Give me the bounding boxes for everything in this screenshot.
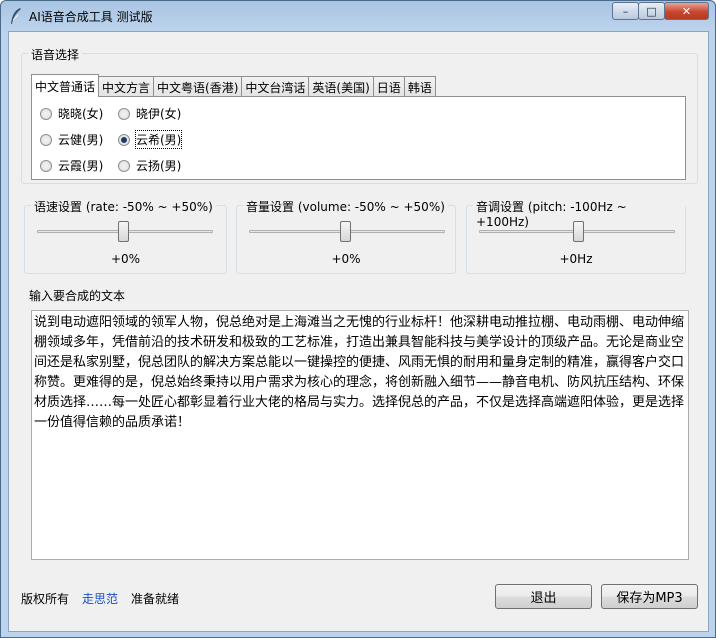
save-mp3-button[interactable]: 保存为MP3: [601, 584, 698, 609]
close-button[interactable]: ✕: [664, 2, 709, 20]
save-mp3-button-label: 保存为MP3: [616, 591, 683, 606]
voice-radio-yunyang[interactable]: 云扬(男): [118, 157, 181, 174]
voice-group-label: 语音选择: [28, 46, 83, 63]
tab-label: 韩语: [407, 80, 432, 95]
feather-icon: [11, 8, 21, 24]
pitch-slider-thumb[interactable]: [573, 221, 584, 242]
radio-icon: [40, 133, 52, 146]
app-window: AI语音合成工具 测试版 – □ ✕ 语音选择 中文普通话 中文方言 中文粤语(…: [0, 0, 716, 638]
voice-label: 云霞(男): [58, 159, 104, 173]
pitch-value: +0Hz: [559, 252, 593, 266]
tab-label: 中文粤语(香港): [157, 80, 239, 95]
author-link[interactable]: 走思范: [82, 590, 118, 607]
window-title: AI语音合成工具 测试版: [29, 10, 153, 24]
volume-groupbox: 音量设置 (volume: -50% ~ +50%) +0%: [236, 198, 456, 274]
voice-radio-yunxia[interactable]: 云霞(男): [40, 157, 103, 174]
text-input-area[interactable]: 说到电动遮阳领域的领军人物，倪总绝对是上海滩当之无愧的行业标杆！他深耕电动推拉棚…: [31, 310, 689, 560]
tab-label: 英语(美国): [312, 80, 370, 95]
voice-tab-panel: 晓晓(女) 晓伊(女) 云健(男) 云希(男) 云霞(男) 云扬(男): [31, 96, 686, 180]
rate-value: +0%: [110, 252, 141, 266]
minimize-button[interactable]: –: [612, 2, 639, 20]
radio-icon: [40, 107, 52, 120]
volume-slider-thumb[interactable]: [340, 221, 351, 242]
tab-taiwanese[interactable]: 中文台湾话: [241, 76, 310, 97]
title-bar[interactable]: AI语音合成工具 测试版 – □ ✕: [1, 1, 715, 31]
tab-label: 中文方言: [102, 80, 151, 95]
tab-english[interactable]: 英语(美国): [308, 76, 374, 97]
voice-label: 云健(男): [58, 133, 104, 147]
tab-mandarin[interactable]: 中文普通话: [31, 74, 100, 97]
window-controls: – □ ✕: [612, 2, 709, 20]
maximize-icon: □: [646, 4, 657, 18]
pitch-groupbox: 音调设置 (pitch: -100Hz ~ +100Hz) +0Hz: [466, 198, 686, 274]
radio-icon: [118, 107, 130, 120]
tab-dialect[interactable]: 中文方言: [98, 76, 155, 97]
exit-button[interactable]: 退出: [495, 584, 592, 609]
status-text: 准备就绪: [131, 592, 180, 606]
voice-label: 晓晓(女): [58, 107, 104, 121]
tab-label: 日语: [376, 80, 401, 95]
voice-label: 云扬(男): [136, 159, 182, 173]
rate-groupbox: 语速设置 (rate: -50% ~ +50%) +0%: [24, 198, 227, 274]
language-tabs: 中文普通话 中文方言 中文粤语(香港) 中文台湾话 英语(美国) 日语 韩语: [31, 74, 436, 97]
voice-label: 云希(男): [134, 130, 183, 149]
tab-label: 中文台湾话: [245, 80, 306, 95]
radio-selected-icon: [118, 133, 130, 146]
maximize-button[interactable]: □: [638, 2, 665, 20]
close-icon: ✕: [681, 4, 692, 18]
tab-korean[interactable]: 韩语: [403, 76, 436, 97]
voice-radio-xiaoxiao[interactable]: 晓晓(女): [40, 105, 103, 122]
exit-button-label: 退出: [530, 591, 557, 606]
rate-slider-thumb[interactable]: [118, 221, 129, 242]
client-area: 语音选择 中文普通话 中文方言 中文粤语(香港) 中文台湾话 英语(美国) 日语…: [8, 31, 709, 632]
tab-cantonese[interactable]: 中文粤语(香港): [153, 76, 243, 97]
voice-label: 晓伊(女): [136, 107, 182, 121]
text-group-label: 输入要合成的文本: [26, 287, 129, 304]
volume-value: +0%: [331, 252, 361, 266]
voice-radio-yunjian[interactable]: 云健(男): [40, 131, 103, 148]
tab-japanese[interactable]: 日语: [372, 76, 405, 97]
copyright-label: 版权所有: [21, 592, 70, 606]
radio-icon: [118, 159, 130, 172]
volume-label: 音量设置 (volume: -50% ~ +50%): [243, 198, 448, 215]
voice-radio-yunxi[interactable]: 云希(男): [118, 130, 183, 149]
minimize-icon: –: [622, 4, 629, 18]
radio-icon: [40, 159, 52, 172]
rate-label: 语速设置 (rate: -50% ~ +50%): [31, 198, 216, 215]
tab-label: 中文普通话: [35, 79, 96, 94]
voice-radio-xiaoyi[interactable]: 晓伊(女): [118, 105, 181, 122]
